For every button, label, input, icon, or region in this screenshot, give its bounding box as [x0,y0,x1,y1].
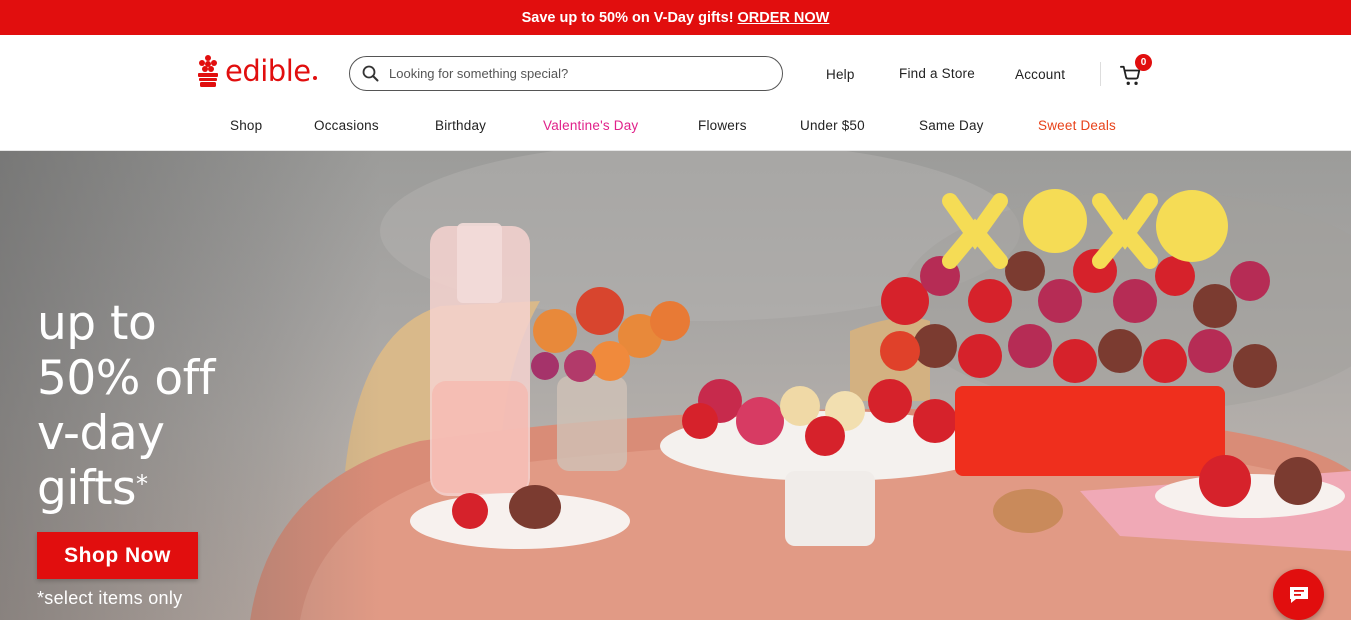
logo[interactable]: edible [196,53,317,89]
promo-text: Save up to 50% on V-Day gifts! [521,9,734,26]
nav-birthday[interactable]: Birthday [435,118,486,133]
nav-same-day[interactable]: Same Day [919,118,984,133]
nav-occasions[interactable]: Occasions [314,118,379,133]
logo-text: edible [225,54,311,88]
logo-dot [312,76,317,80]
header-divider [1100,62,1101,86]
headline-line-1: up to [37,296,157,351]
page-below-fold [0,620,1351,641]
headline-line-3: v-day [37,406,165,461]
cart-button[interactable]: 0 [1120,54,1152,89]
pineapple-logo-icon [198,55,218,87]
help-link[interactable]: Help [826,67,855,82]
headline-asterisk: * [136,470,148,498]
nav-shop[interactable]: Shop [230,118,262,133]
hero-headline: up to 50% off v-day gifts* [37,296,215,516]
cart-count-badge: 0 [1135,54,1152,71]
search-box[interactable] [349,56,783,91]
promo-banner: Save up to 50% on V-Day gifts! ORDER NOW [0,0,1351,35]
chat-icon [1289,586,1308,603]
site-header: edible Help Find a Store Account 0 Shop … [0,35,1351,151]
hero-disclaimer: *select items only [37,588,183,608]
search-input[interactable] [389,66,759,81]
shop-now-button[interactable]: Shop Now [37,532,198,579]
chat-button[interactable] [1273,569,1324,620]
headline-line-2: 50% off [37,351,215,406]
nav-valentines-day[interactable]: Valentine's Day [543,118,638,133]
order-now-link[interactable]: ORDER NOW [738,10,830,26]
account-link[interactable]: Account [1015,67,1065,82]
headline-line-4: gifts [37,461,137,516]
hero-banner[interactable]: up to 50% off v-day gifts* Shop Now *sel… [0,151,1351,620]
nav-under-50[interactable]: Under $50 [800,118,865,133]
nav-sweet-deals[interactable]: Sweet Deals [1038,118,1116,133]
nav-flowers[interactable]: Flowers [698,118,747,133]
find-store-link[interactable]: Find a Store [899,66,975,81]
search-icon[interactable] [362,65,379,82]
